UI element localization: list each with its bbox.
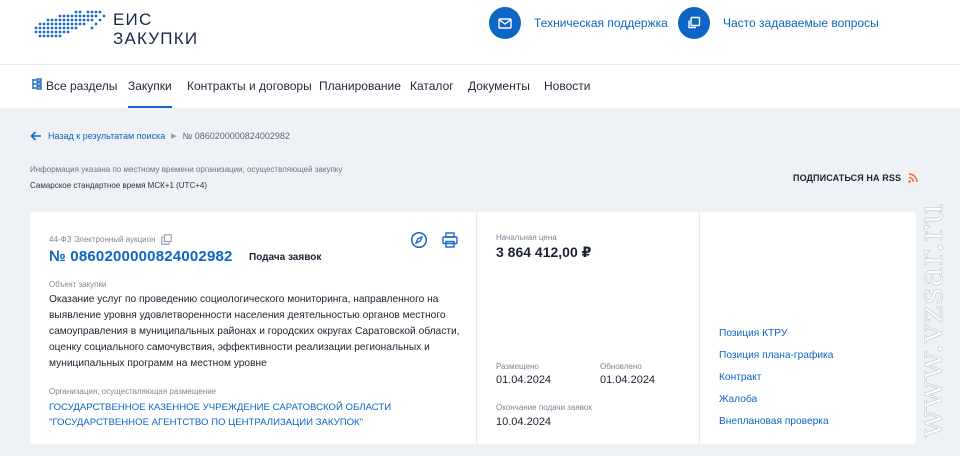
- logo-line-2: ЗАКУПКИ: [113, 29, 199, 48]
- nav-item-contracts[interactable]: Контракты и договоры: [187, 65, 312, 108]
- logo-text: ЕИС ЗАКУПКИ: [113, 10, 198, 48]
- site-watermark: www.vzsar.ru: [916, 202, 950, 438]
- posted-date: 01.04.2024: [496, 374, 552, 386]
- eis-logo[interactable]: ЕИС ЗАКУПКИ: [30, 6, 210, 48]
- breadcrumb: Назад к результатам поиска ▶ № 086020000…: [30, 129, 290, 143]
- chat-icon: [678, 7, 710, 39]
- site-header: ЕИС ЗАКУПКИ Техническая поддержка Часто …: [0, 0, 960, 64]
- updated-label: Обновлено: [600, 362, 642, 371]
- purchase-number[interactable]: № 0860200000824002982: [49, 248, 233, 265]
- printer-icon[interactable]: [441, 231, 459, 249]
- column-divider: [699, 212, 700, 444]
- nav-item-planning[interactable]: Планирование: [319, 65, 401, 108]
- link-ktru-position[interactable]: Позиция КТРУ: [719, 328, 787, 339]
- faq-label: Часто задаваемые вопросы: [723, 16, 879, 30]
- nav-item-purchases[interactable]: Закупки: [128, 65, 172, 108]
- grid-icon: [32, 65, 42, 107]
- nav-label: Все разделы: [46, 79, 118, 93]
- link-plan-schedule-position[interactable]: Позиция плана-графика: [719, 350, 833, 361]
- timezone-value: Самарское стандартное время МСК+1 (UTC+4…: [30, 181, 207, 190]
- copy-icon[interactable]: [160, 233, 172, 245]
- mail-icon: [489, 7, 521, 39]
- support-label: Техническая поддержка: [534, 16, 668, 30]
- column-divider: [476, 212, 477, 444]
- arrow-left-icon[interactable]: [30, 131, 42, 141]
- link-unscheduled-inspection[interactable]: Внеплановая проверка: [719, 416, 829, 427]
- updated-date: 01.04.2024: [600, 374, 656, 386]
- nav-item-all-sections[interactable]: Все разделы: [32, 65, 117, 108]
- purchase-status: Подача заявок: [249, 252, 322, 263]
- deadline-label: Окончание подачи заявок: [496, 403, 592, 412]
- support-link[interactable]: Техническая поддержка: [489, 7, 668, 39]
- purchase-type: 44-ФЗ Электронный аукцион: [49, 232, 172, 246]
- object-text: Оказание услуг по проведению социологиче…: [49, 294, 460, 369]
- link-complaint[interactable]: Жалоба: [719, 394, 757, 405]
- faq-link[interactable]: Часто задаваемые вопросы: [678, 7, 879, 39]
- nav-item-news[interactable]: Новости: [544, 65, 590, 108]
- back-to-results-link[interactable]: Назад к результатам поиска: [48, 131, 165, 141]
- purchase-type-label: 44-ФЗ Электронный аукцион: [49, 234, 156, 244]
- start-price-label: Начальная цена: [496, 233, 557, 242]
- watermark-text: www.vzsar.ru: [916, 202, 950, 438]
- link-contract[interactable]: Контракт: [719, 372, 761, 383]
- nav-item-catalog[interactable]: Каталог: [410, 65, 454, 108]
- main-nav: Все разделы Закупки Контракты и договоры…: [0, 64, 960, 108]
- purchase-card: 44-ФЗ Электронный аукцион № 086020000082…: [30, 212, 916, 444]
- compass-icon[interactable]: [410, 231, 428, 249]
- nav-item-documents[interactable]: Документы: [468, 65, 530, 108]
- rss-label: ПОДПИСАТЬСЯ НА RSS: [793, 173, 902, 183]
- start-price: 3 864 412,00 ₽: [496, 244, 592, 260]
- breadcrumb-current: № 0860200000824002982: [182, 131, 290, 141]
- org-label: Организация, осуществляющая размещение: [49, 387, 217, 396]
- logo-line-1: ЕИС: [113, 10, 153, 29]
- timezone-note: Информация указана по местному времени о…: [30, 165, 343, 174]
- russia-map-icon: [34, 10, 106, 38]
- breadcrumb-separator-icon: ▶: [171, 133, 177, 140]
- posted-label: Размещено: [496, 362, 539, 371]
- deadline-date: 10.04.2024: [496, 416, 552, 428]
- org-name-link[interactable]: ГОСУДАРСТВЕННОЕ КАЗЕННОЕ УЧРЕЖДЕНИЕ САРА…: [49, 400, 449, 430]
- object-label: Объект закупки: [49, 280, 107, 289]
- rss-subscribe-link[interactable]: ПОДПИСАТЬСЯ НА RSS: [793, 172, 918, 184]
